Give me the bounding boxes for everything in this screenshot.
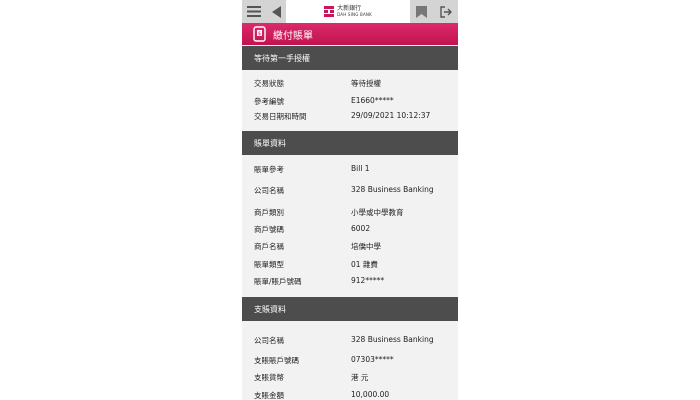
section-header-debit-info: 支賬資料 <box>242 297 458 321</box>
field-label: 賬單類型 <box>254 260 284 269</box>
detail-row: 公司名稱 328 Business Banking <box>242 185 458 199</box>
detail-row: 商戶名稱 培僑中學 <box>242 241 458 255</box>
back-button[interactable] <box>266 0 286 23</box>
bookmark-icon <box>415 5 427 18</box>
detail-row: 交易日期和時間 29/09/2021 10:12:37 <box>242 111 458 125</box>
field-label: 交易狀態 <box>254 79 284 88</box>
detail-row: 支賬賬戶號碼 07303***** <box>242 355 458 369</box>
field-value: E1660***** <box>351 96 394 105</box>
section-title: 支賬資料 <box>254 304 286 314</box>
detail-row: 支賬金額 10,000.00 <box>242 390 458 400</box>
field-label: 支賬金額 <box>254 391 284 400</box>
detail-row: 交易狀態 等待授權 <box>242 78 458 92</box>
field-label: 支賬賬戶號碼 <box>254 356 299 365</box>
top-navigation-bar: 大新銀行 DAH SING BANK <box>242 0 458 23</box>
field-value: 912***** <box>351 276 385 285</box>
detail-row: 公司名稱 328 Business Banking <box>242 335 458 349</box>
field-label: 賬單參考 <box>254 165 284 174</box>
field-value: 29/09/2021 10:12:37 <box>351 111 431 120</box>
field-label: 支賬貨幣 <box>254 373 284 382</box>
detail-row: 賬單類型 01 雜費 <box>242 259 458 273</box>
back-arrow-icon <box>271 5 281 18</box>
detail-row: 賬單/賬戶號碼 912***** <box>242 276 458 290</box>
field-label: 參考編號 <box>254 97 284 106</box>
field-value: 小學或中學教育 <box>351 208 404 217</box>
field-value: 等待授權 <box>351 79 381 88</box>
field-label: 商戶類別 <box>254 208 284 217</box>
mobile-screen: 大新銀行 DAH SING BANK $ 繳付賬單 等待第一手授權 交易狀態 等… <box>242 0 458 400</box>
field-label: 賬單/賬戶號碼 <box>254 277 302 286</box>
page-title: 繳付賬單 <box>273 30 313 42</box>
section-title: 賬單資料 <box>254 138 286 148</box>
field-value: 328 Business Banking <box>351 185 434 194</box>
section-title: 等待第一手授權 <box>254 53 310 63</box>
field-label: 交易日期和時間 <box>254 112 307 121</box>
field-value: Bill 1 <box>351 164 370 173</box>
section-header-bill-info: 賬單資料 <box>242 131 458 155</box>
detail-row: 商戶類別 小學或中學教育 <box>242 207 458 221</box>
field-label: 公司名稱 <box>254 186 284 195</box>
field-value: 328 Business Banking <box>351 335 434 344</box>
dah-sing-logo-icon <box>324 6 335 17</box>
logo-english-text: DAH SING BANK <box>337 12 372 17</box>
field-label: 公司名稱 <box>254 336 284 345</box>
logout-icon <box>440 5 452 18</box>
logout-button[interactable] <box>434 0 458 23</box>
field-label: 商戶名稱 <box>254 242 284 251</box>
field-value: 07303***** <box>351 355 394 364</box>
detail-row: 賬單參考 Bill 1 <box>242 164 458 178</box>
field-value: 01 雜費 <box>351 260 378 269</box>
page-title-bar: $ 繳付賬單 <box>242 23 458 45</box>
detail-row: 商戶號碼 6002 <box>242 224 458 238</box>
menu-icon <box>247 6 261 17</box>
section-header-authorization: 等待第一手授權 <box>242 46 458 70</box>
field-value: 10,000.00 <box>351 390 390 399</box>
menu-button[interactable] <box>242 0 266 23</box>
field-label: 商戶號碼 <box>254 225 284 234</box>
detail-row: 參考編號 E1660***** <box>242 96 458 110</box>
bank-logo: 大新銀行 DAH SING BANK <box>286 0 410 23</box>
field-value: 培僑中學 <box>351 242 381 251</box>
svg-text:$: $ <box>258 31 261 37</box>
bookmark-button[interactable] <box>410 0 432 23</box>
field-value: 港 元 <box>351 373 369 382</box>
bill-payment-icon: $ <box>253 26 266 42</box>
field-value: 6002 <box>351 224 371 233</box>
detail-row: 支賬貨幣 港 元 <box>242 372 458 386</box>
